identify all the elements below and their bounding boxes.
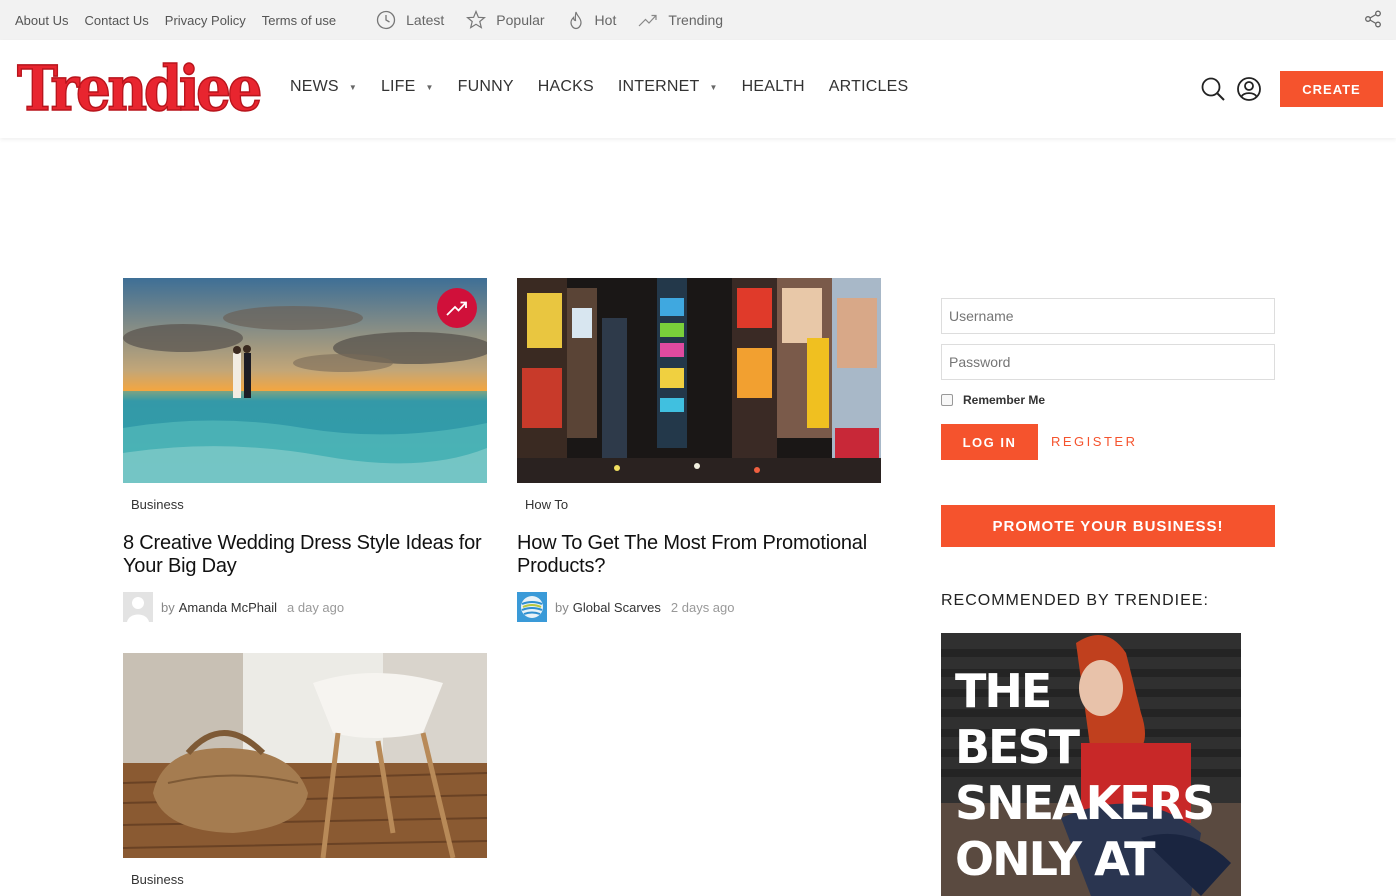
star-icon (466, 10, 487, 29)
wedding-beach-image (123, 278, 487, 483)
post-time: a day ago (287, 599, 345, 615)
top-nav-latest-label: Latest (406, 12, 445, 28)
nav-item-news[interactable]: NEWS ▼ (290, 78, 357, 96)
search-icon[interactable] (1200, 76, 1226, 102)
trending-badge[interactable] (437, 288, 477, 328)
post-thumbnail-times-square[interactable] (517, 278, 881, 483)
times-square-image (517, 278, 881, 483)
nav-item-news-label: NEWS (290, 78, 339, 95)
post-author[interactable]: Global Scarves (573, 600, 661, 615)
promote-business-button[interactable]: PROMOTE YOUR BUSINESS! (941, 505, 1275, 547)
post-thumbnail-wedding[interactable] (123, 278, 487, 483)
logo-text: Trendiee (17, 52, 260, 124)
nav-item-hacks[interactable]: HACKS (538, 78, 594, 96)
ad-line: THE (955, 664, 1052, 718)
username-input[interactable] (941, 298, 1275, 334)
remember-me[interactable]: Remember Me (941, 393, 1045, 407)
post-author[interactable]: Amanda McPhail (179, 600, 277, 615)
trending-icon (446, 301, 467, 316)
user-icon[interactable] (1236, 76, 1262, 102)
post-meta: by Global Scarves 2 days ago (517, 592, 735, 622)
logo-mark: Trendiee (16, 51, 265, 126)
post-title[interactable]: 8 Creative Wedding Dress Style Ideas for… (123, 532, 489, 578)
register-link[interactable]: REGISTER (1051, 434, 1137, 449)
top-nav-hot-label: Hot (594, 12, 617, 28)
top-links: About Us Contact Us Privacy Policy Terms… (15, 13, 352, 28)
nav-item-funny-label: FUNNY (457, 78, 514, 95)
main-nav: NEWS ▼ LIFE ▼ FUNNY HACKS INTERNET ▼ HEA… (290, 78, 932, 96)
contact-us-link[interactable]: Contact Us (84, 13, 148, 28)
post-meta: by Amanda McPhail a day ago (123, 592, 344, 622)
nav-item-funny[interactable]: FUNNY (458, 78, 514, 96)
flame-icon (569, 11, 582, 30)
post-by-label: by (161, 599, 175, 615)
nav-item-internet-label: INTERNET (617, 78, 700, 95)
post-card[interactable]: Business 8 Creative Wedding Dress Style … (123, 278, 487, 622)
recommended-heading: RECOMMENDED BY TRENDIEE: (941, 592, 1209, 609)
post-by-label: by (555, 599, 569, 615)
post-title[interactable]: How To Get The Most From Promotional Pro… (517, 532, 883, 578)
remember-me-label: Remember Me (963, 393, 1046, 407)
avatar[interactable] (517, 592, 547, 622)
remember-me-checkbox[interactable] (941, 394, 953, 406)
post-card[interactable]: Business (123, 653, 487, 887)
top-nav-popular[interactable]: Popular (466, 10, 545, 30)
post-category[interactable]: Business (131, 872, 184, 887)
login-button[interactable]: LOG IN (941, 424, 1038, 460)
nav-item-internet[interactable]: INTERNET ▼ (618, 78, 718, 96)
share-icon (1365, 10, 1381, 28)
post-category[interactable]: Business (131, 497, 184, 512)
top-nav: Latest Popular Hot Trending (376, 10, 745, 30)
nav-item-articles-label: ARTICLES (828, 78, 909, 95)
post-time: 2 days ago (670, 599, 735, 615)
top-nav-trending-label: Trending (668, 12, 724, 28)
nav-item-hacks-label: HACKS (537, 78, 594, 95)
terms-of-use-link[interactable]: Terms of use (262, 13, 336, 28)
ad-line: SNEAKERS (955, 776, 1215, 830)
share-button[interactable] (1364, 10, 1382, 33)
create-button[interactable]: CREATE (1280, 71, 1383, 107)
nav-item-health-label: HEALTH (741, 78, 805, 95)
trending-icon (638, 14, 657, 27)
post-thumbnail-bag[interactable] (123, 653, 487, 858)
password-input[interactable] (941, 344, 1275, 380)
caret-down-icon: ▼ (425, 82, 434, 92)
clock-icon (376, 10, 396, 30)
ad-line: BEST (955, 720, 1080, 774)
top-nav-hot[interactable]: Hot (567, 10, 617, 30)
post-card[interactable]: How To How To Get The Most From Promotio… (517, 278, 881, 622)
post-category[interactable]: How To (525, 497, 568, 512)
about-us-link[interactable]: About Us (15, 13, 68, 28)
ad-text: THE BEST SNEAKERS ONLY AT (955, 663, 1215, 887)
site-logo[interactable]: Trendiee (15, 51, 265, 129)
nav-item-life-label: LIFE (380, 78, 416, 95)
privacy-policy-link[interactable]: Privacy Policy (165, 13, 246, 28)
caret-down-icon: ▼ (709, 82, 718, 92)
top-bar: About Us Contact Us Privacy Policy Terms… (0, 0, 1396, 40)
avatar[interactable] (123, 592, 153, 622)
site-header: Trendiee NEWS ▼ LIFE ▼ FUNNY HACKS INTER… (0, 40, 1396, 138)
duffel-bag-image (123, 653, 487, 858)
caret-down-icon: ▼ (348, 82, 357, 92)
top-nav-trending[interactable]: Trending (638, 12, 723, 28)
top-nav-latest[interactable]: Latest (376, 10, 444, 30)
sneakers-ad[interactable]: THE BEST SNEAKERS ONLY AT (941, 633, 1241, 896)
ad-line: ONLY AT (955, 832, 1155, 886)
top-nav-popular-label: Popular (496, 12, 545, 28)
nav-item-life[interactable]: LIFE ▼ (381, 78, 434, 96)
nav-item-health[interactable]: HEALTH (742, 78, 805, 96)
header-icons (1200, 76, 1262, 102)
nav-item-articles[interactable]: ARTICLES (829, 78, 909, 96)
